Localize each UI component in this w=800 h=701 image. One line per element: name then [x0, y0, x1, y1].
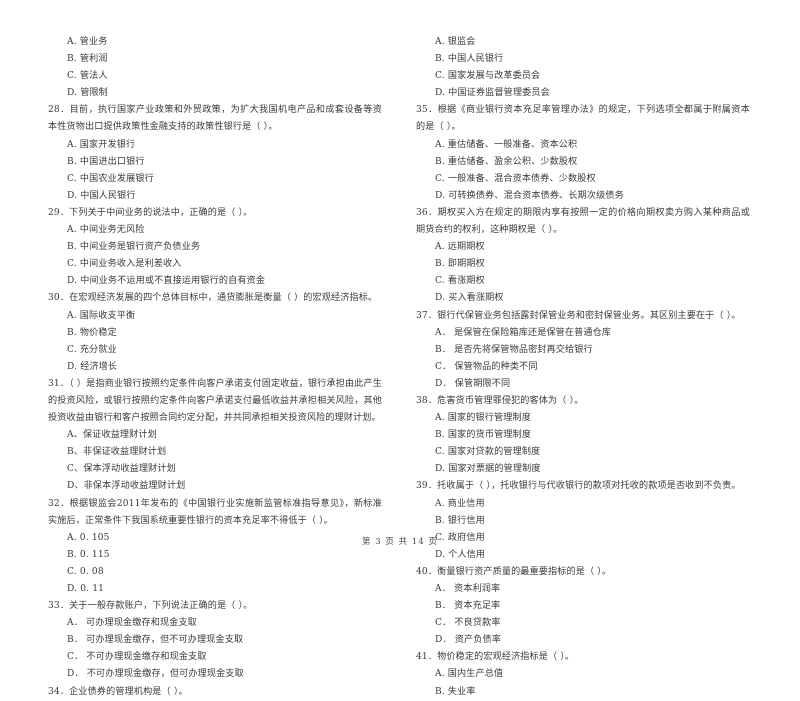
question-stem: 39．托收属于（ ），托收银行与代收银行的款项对托收的款项是否收到不负责。: [416, 481, 741, 492]
question-option: D. 中间业务不运用或不直接运用银行的自有资金: [67, 276, 266, 287]
question-option: A. 国际收支平衡: [67, 310, 136, 321]
question-option: A. 远期期权: [435, 242, 485, 253]
question-41: 41．物价稳定的宏观经济指标是（ ）。 A. 国内生产总值 B. 失业率: [416, 649, 750, 700]
left-leading-option: A. 管业务: [67, 37, 108, 47]
page-footer: 第 3 页 共 14 页: [362, 536, 438, 546]
question-stem: 35．根据《商业银行资本充足率管理办法》的规定，下列选项全都属于附属资本的是（ …: [416, 105, 750, 133]
question-option: B. 国家的货币管理制度: [435, 430, 532, 441]
question-stem: 33．关于一般存款账户，下列说法正确的是（ ）。: [48, 601, 253, 612]
question-option: D. 国家对票据的管理制度: [435, 464, 541, 475]
question-option: B． 是否先将保管物品密封再交给银行: [435, 344, 593, 355]
question-option: D. 可转换债券、混合资本债券、长期次级债务: [435, 190, 624, 201]
question-option: B. 0. 115: [67, 549, 110, 560]
question-option: A. 国家的银行管理制度: [435, 413, 531, 424]
question-option: D. 中国人民银行: [67, 190, 136, 201]
right-column: A. 银监会 B. 中国人民银行 C. 国家发展与改革委员会 D. 中国证券监督管理委…: [416, 34, 750, 697]
question-33: 33．关于一般存款账户，下列说法正确的是（ ）。 A． 可办理现金缴存和现金支取 B…: [48, 598, 382, 683]
left-leading-option: C. 管法人: [67, 71, 108, 82]
question-option: B、非保证收益理财计划: [67, 447, 167, 458]
left-leading-option: B. 管利润: [67, 54, 108, 65]
question-option: D． 资产负债率: [435, 635, 501, 646]
question-option: D. 个人信用: [435, 549, 486, 560]
two-column-layout: A. 管业务 B. 管利润 C. 管法人 D. 管限制 28．目前，执行国家产业政策和外…: [48, 34, 752, 697]
question-stem: 41．物价稳定的宏观经济指标是（ ）。: [416, 652, 575, 663]
question-stem: 36．期权买入方在规定的期限内享有按照一定的价格向期权卖方购入某种商品或期货合约…: [416, 207, 750, 236]
question-option: A. 国家开发银行: [67, 139, 136, 150]
left-leading-option: D. 管限制: [67, 88, 108, 99]
left-column: A. 管业务 B. 管利润 C. 管法人 D. 管限制 28．目前，执行国家产业政策和外…: [48, 34, 382, 697]
question-option: D. 买入看涨期权: [435, 293, 504, 304]
question-option: D. 0. 11: [67, 584, 105, 594]
question-stem: 34．企业债券的管理机构是（ ）。: [48, 686, 188, 697]
question-option: C. 看涨期权: [435, 276, 485, 287]
question-stem: 38．危害货币管理罪侵犯的客体为（ ）。: [416, 395, 584, 406]
exam-page: A. 管业务 B. 管利润 C. 管法人 D. 管限制 28．目前，执行国家产业政策和外…: [0, 0, 800, 697]
question-stem: 31．（ ）是指商业银行按照约定条件向客户承诺支付固定收益，银行承担由此产生的投…: [48, 378, 382, 424]
question-option: C． 不良贷款率: [435, 618, 501, 629]
question-option: B. 中间业务是银行资产负债业务: [67, 242, 201, 253]
question-30: 30．在宏观经济发展的四个总体目标中，通货膨胀是衡量（ ）的宏观经济指标。 A. …: [48, 290, 382, 375]
question-option: B. 重估储备、盈余公积、少数股权: [435, 156, 578, 167]
question-option: A． 可办理现金缴存和现金支取: [67, 618, 197, 629]
question-option: C. 一般准备、混合资本债券、少数股权: [435, 173, 596, 184]
question-option: A. 重估储备、一般准备、资本公积: [435, 139, 578, 150]
question-stem: 30．在宏观经济发展的四个总体目标中，通货膨胀是衡量（ ）的宏观经济指标。: [48, 293, 378, 304]
question-31: 31．（ ）是指商业银行按照约定条件向客户承诺支付固定收益，银行承担由此产生的投…: [48, 376, 382, 496]
question-40: 40．衡量银行资产质量的最重要指标的是（ ）。 A． 资本利润率 B． 资本充足率 C…: [416, 564, 750, 649]
question-option: A. 商业信用: [435, 498, 485, 509]
question-option: C． 保管物品的种类不同: [435, 361, 538, 372]
question-option: C、保本浮动收益理财计划: [67, 464, 176, 475]
question-28: 28．目前，执行国家产业政策和外贸政策，为扩大我国机电产品和成套设备等资本性货物…: [48, 102, 382, 205]
question-option: B． 可办理现金缴存，但不可办理现金支取: [67, 635, 244, 646]
question-option: C. 充分就业: [67, 344, 117, 355]
question-option: B. 即期期权: [435, 259, 485, 270]
question-option: B. 失业率: [435, 686, 476, 697]
question-option: B. 物价稳定: [67, 327, 117, 338]
question-35: 35．根据《商业银行资本充足率管理办法》的规定，下列选项全都属于附属资本的是（ …: [416, 102, 750, 205]
question-option: A． 资本利润率: [435, 584, 501, 594]
question-option: D、非保本浮动收益理财计划: [67, 481, 186, 492]
question-option: B. 银行信用: [435, 515, 485, 526]
question-option: C. 中国农业发展银行: [67, 173, 154, 184]
question-stem: 29．下列关于中间业务的说法中，正确的是（ ）。: [48, 207, 253, 218]
question-option: A． 是保管在保险箱库还是保管在普通仓库: [435, 327, 612, 338]
question-option: A、保证收益理财计划: [67, 430, 157, 441]
question-option: D． 保管期限不同: [435, 378, 511, 389]
question-option: D． 不可办理现金缴存，但可办理现金支取: [67, 669, 244, 680]
question-option: B. 中国进出口银行: [67, 156, 145, 167]
right-leading-option: C. 国家发展与改革委员会: [435, 71, 541, 82]
question-option: C. 国家对贷款的管理制度: [435, 447, 541, 458]
question-stem: 37．银行代保管业务包括露封保管业务和密封保管业务。其区别主要在于（ ）。: [416, 310, 741, 321]
question-option: C. 中间业务收入是利差收入: [67, 259, 182, 270]
question-option: C. 0. 08: [67, 566, 104, 577]
question-stem: 40．衡量银行资产质量的最重要指标的是（ ）。: [416, 566, 612, 577]
right-leading-option: B. 中国人民银行: [435, 54, 504, 65]
question-39: 39．托收属于（ ），托收银行与代收银行的款项对托收的款项是否收到不负责。 A. …: [416, 478, 750, 563]
question-34: 34．企业债券的管理机构是（ ）。: [48, 684, 382, 701]
question-option: C． 不可办理现金缴存和现金支取: [67, 652, 207, 663]
question-29: 29．下列关于中间业务的说法中，正确的是（ ）。 A. 中间业务无风险 B. 中间业…: [48, 205, 382, 290]
question-36: 36．期权买入方在规定的期限内享有按照一定的价格向期权卖方购入某种商品或期货合约…: [416, 205, 750, 308]
question-38: 38．危害货币管理罪侵犯的客体为（ ）。 A. 国家的银行管理制度 B. 国家的货币…: [416, 393, 750, 478]
question-37: 37．银行代保管业务包括露封保管业务和密封保管业务。其区别主要在于（ ）。 A． …: [416, 308, 750, 393]
question-stem: 28．目前，执行国家产业政策和外贸政策，为扩大我国机电产品和成套设备等资本性货物…: [48, 105, 382, 133]
question-option: A. 国内生产总值: [435, 669, 504, 680]
right-leading-option: A. 银监会: [435, 37, 476, 47]
question-option: A. 中间业务无风险: [67, 225, 145, 236]
question-stem: 32．根据银监会2011年发布的《中国银行业实施新监管标准指导意见》，新标准实施…: [48, 498, 382, 526]
right-leading-option: D. 中国证券监督管理委员会: [435, 88, 550, 99]
question-option: B． 资本充足率: [435, 601, 501, 612]
question-option: D. 经济增长: [67, 361, 118, 372]
